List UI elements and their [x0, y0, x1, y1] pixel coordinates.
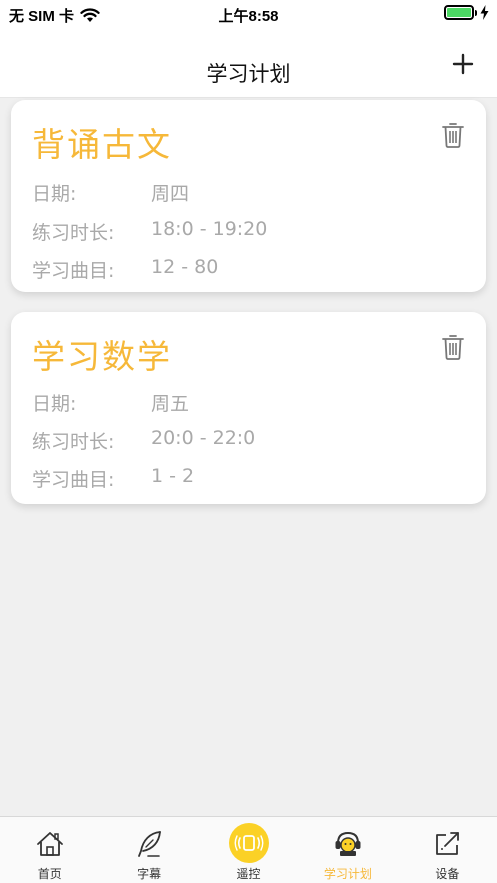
- trash-icon[interactable]: [442, 334, 464, 360]
- date-value: 周四: [151, 183, 190, 205]
- plan-title: 学习数学: [32, 337, 172, 376]
- status-time: 上午8:58: [218, 8, 279, 25]
- device-icon: [436, 832, 460, 855]
- trash-icon[interactable]: [442, 122, 464, 148]
- songs-row: 学习曲目: 1 - 2: [32, 465, 194, 492]
- status-right: [444, 5, 489, 20]
- tab-remote[interactable]: 遥控: [199, 817, 298, 883]
- tab-label: 首页: [37, 867, 62, 881]
- study-icon: [335, 831, 361, 856]
- songs-value: 12 - 80: [151, 256, 219, 278]
- tab-label: 字幕: [137, 867, 162, 881]
- tab-label: 学习计划: [323, 867, 372, 881]
- status-bar: 无 SIM 卡 上午8:58: [0, 0, 497, 28]
- quill-icon: [138, 831, 162, 857]
- date-row: 日期: 周五: [32, 389, 189, 416]
- battery-icon: [444, 5, 474, 20]
- date-row: 日期: 周四: [32, 179, 189, 206]
- tab-bar: 首页 字幕 遥控 学习计划 设备: [0, 816, 497, 883]
- tab-home[interactable]: 首页: [0, 817, 99, 883]
- date-value: 周五: [151, 393, 190, 415]
- nav-bar: 学习计划: [0, 28, 497, 98]
- plan-card[interactable]: 学习数学 日期: 周五 练习时长: 20:0 - 22:0 学习曲目: 1 - …: [11, 312, 486, 504]
- tab-label: 遥控: [236, 867, 261, 881]
- page-title: 学习计划: [206, 62, 291, 86]
- battery-tip: [475, 9, 477, 16]
- tab-subtitles[interactable]: 字幕: [99, 817, 198, 883]
- songs-label: 学习曲目:: [32, 469, 115, 491]
- tab-study-plan[interactable]: 学习计划: [298, 817, 397, 883]
- plus-icon[interactable]: [451, 52, 475, 76]
- tab-label: 设备: [435, 867, 460, 881]
- battery-level: [447, 8, 471, 17]
- duration-label: 练习时长:: [32, 222, 115, 244]
- plan-title: 背诵古文: [32, 125, 172, 164]
- remote-icon: [234, 835, 263, 851]
- duration-value: 18:0 - 19:20: [151, 218, 268, 240]
- date-label: 日期:: [32, 183, 77, 205]
- duration-label: 练习时长:: [32, 431, 115, 453]
- duration-row: 练习时长: 20:0 - 22:0: [32, 427, 255, 454]
- tab-device[interactable]: 设备: [398, 817, 497, 883]
- songs-label: 学习曲目:: [32, 260, 115, 282]
- charging-bolt-icon: [480, 5, 489, 20]
- songs-row: 学习曲目: 12 - 80: [32, 256, 218, 283]
- date-label: 日期:: [32, 393, 77, 415]
- duration-value: 20:0 - 22:0: [151, 427, 256, 449]
- plan-card[interactable]: 背诵古文 日期: 周四 练习时长: 18:0 - 19:20 学习曲目: 12 …: [11, 100, 486, 292]
- home-icon: [36, 832, 63, 856]
- duration-row: 练习时长: 18:0 - 19:20: [32, 218, 267, 245]
- songs-value: 1 - 2: [151, 465, 195, 487]
- plan-list: 背诵古文 日期: 周四 练习时长: 18:0 - 19:20 学习曲目: 12 …: [0, 98, 497, 816]
